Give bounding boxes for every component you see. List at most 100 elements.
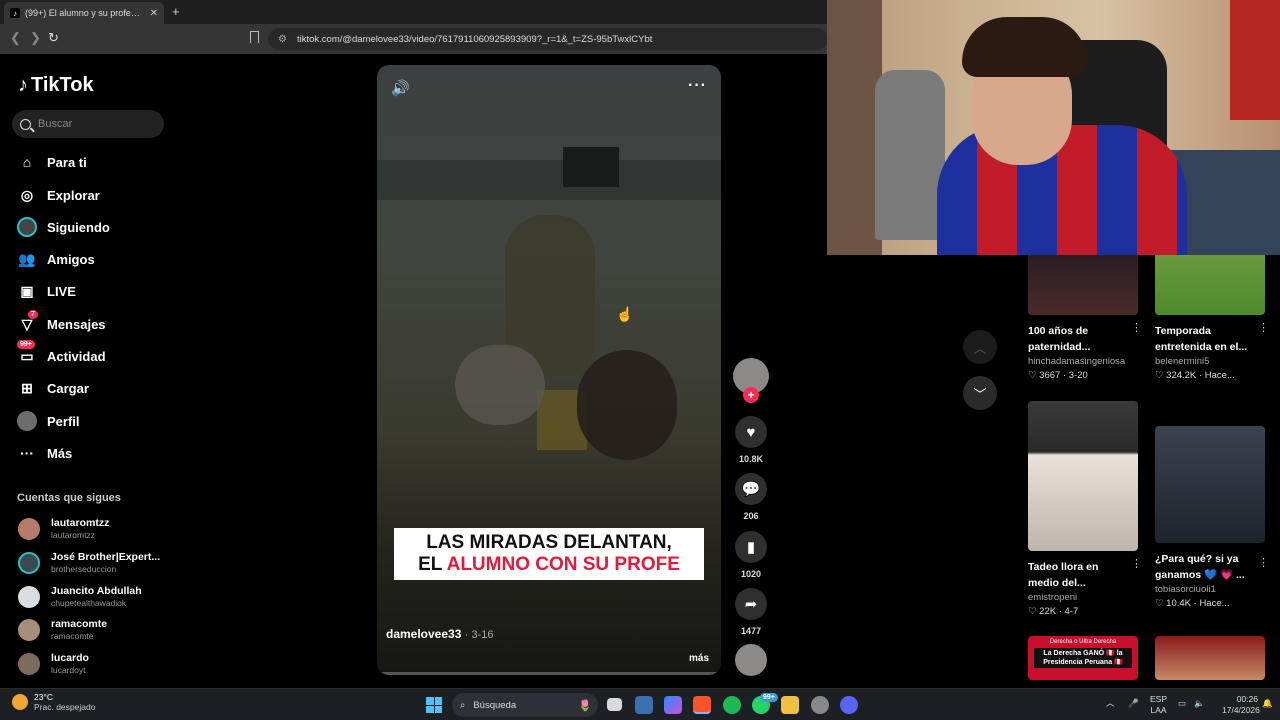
following-account[interactable]: Juancito Abdullah chupetealthawadiok [18, 585, 142, 608]
bookmark-icon[interactable] [250, 31, 259, 43]
account-handle: chupetealthawadiok [51, 598, 127, 608]
video-author[interactable]: damelovee33 [386, 627, 461, 641]
sound-disc-icon [735, 644, 767, 676]
obs-icon[interactable] [811, 696, 829, 714]
video-thumbnail [1155, 255, 1265, 315]
browser-tab[interactable]: ♪ (99+) El alumno y su profesor: y... ✕ [4, 2, 164, 24]
back-icon[interactable]: ❮ [10, 30, 21, 46]
logo-text: TikTok [31, 74, 94, 96]
following-account[interactable]: ramacomte ramacomte [18, 618, 107, 641]
video-scene-screen [563, 147, 619, 187]
recommended-video-card[interactable]: ¿Para qué? si ya ganamos 💙 💗 ... ⋮ tobias… [1155, 426, 1269, 609]
brave-browser-icon[interactable] [693, 696, 711, 714]
sidebar-item-label: Mensajes [47, 316, 106, 332]
recommended-video-card[interactable]: 100 años de paternidad... ⋮ hinchadamasin… [1028, 255, 1142, 381]
previous-video-button[interactable]: ︿ [963, 330, 997, 364]
recommended-video-card[interactable]: Tadeo llora en medio del... ⋮ emistropeni… [1028, 401, 1142, 617]
volume-tray-icon[interactable]: 🔈 [1194, 698, 1205, 709]
account-name: lautaromtzz [51, 517, 110, 529]
sidebar-item-label: Para ti [47, 154, 87, 170]
following-header: Cuentas que sigues [17, 492, 121, 504]
windows-start-icon[interactable] [426, 697, 442, 713]
save-button[interactable]: ▮ 1020 [732, 531, 770, 579]
search-input[interactable]: Buscar [12, 110, 164, 138]
video-options-icon[interactable]: ··· [688, 77, 707, 95]
sound-disc-button[interactable] [732, 644, 770, 676]
account-handle: ramacomte [51, 631, 94, 641]
discord-icon[interactable] [840, 696, 858, 714]
language-indicator[interactable]: ESP LAA [1150, 694, 1167, 716]
recommended-video-card[interactable]: Derecha o Ultra Derecha La Derecha GANÓ … [1028, 636, 1140, 680]
follow-plus-icon[interactable]: + [743, 387, 759, 403]
following-account[interactable]: lautaromtzz lautaromtzz [18, 517, 109, 540]
video-title: Temporada entretenida en el... [1155, 325, 1248, 353]
sidebar-item-live[interactable]: ▣ LIVE [17, 280, 76, 302]
like-button[interactable]: ♥ 10.8K [732, 416, 770, 464]
following-account[interactable]: José Brother|Expert... brotherseduccion [18, 551, 160, 574]
video-player[interactable]: 🔊 ··· LAS MIRADAS DELANTAN, EL ALUMNO CO… [377, 65, 721, 675]
avatar [18, 652, 40, 675]
weather-widget[interactable]: 23°C Prac. despejado [12, 692, 95, 712]
reload-icon[interactable]: ↻ [48, 30, 59, 46]
messages-badge: 7 [28, 310, 38, 319]
video-stats: ♡ 10.4K · Hace... [1155, 598, 1230, 609]
new-tab-button[interactable]: + [172, 4, 180, 19]
recommended-video-card[interactable]: Temporada entretenida en el... ⋮ belenerm… [1155, 255, 1269, 381]
volume-icon[interactable]: 🔊 [391, 79, 410, 97]
notification-icon[interactable]: 🔔 [1262, 698, 1273, 709]
file-explorer-icon[interactable] [781, 696, 799, 714]
webcam-scene-door [827, 0, 882, 255]
caption-line-1: LAS MIRADAS DELANTAN, [426, 532, 672, 553]
sidebar-item-cargar[interactable]: ⊞ Cargar [17, 377, 89, 399]
search-highlight-icon: 🌷 [578, 699, 592, 712]
sidebar-item-explorar[interactable]: ◎ Explorar [17, 184, 100, 206]
avatar [18, 551, 40, 574]
card-options-icon[interactable]: ⋮ [1131, 557, 1142, 570]
task-view-icon[interactable] [607, 698, 622, 711]
copilot-icon[interactable] [664, 696, 682, 714]
whatsapp-badge: 99+ [760, 693, 778, 702]
close-tab-icon[interactable]: ✕ [150, 8, 158, 19]
sidebar-item-para-ti[interactable]: ⌂ Para ti [17, 151, 87, 173]
more-description-button[interactable]: más [689, 653, 709, 664]
microphone-icon[interactable]: 🎤 [1128, 698, 1139, 709]
sidebar-item-siguiendo[interactable]: Siguiendo [17, 216, 110, 238]
mouse-cursor-icon: ☝ [616, 306, 634, 322]
heart-icon: ♥ [735, 416, 767, 448]
photos-app-icon[interactable] [635, 696, 653, 714]
sidebar-item-amigos[interactable]: 👥 Amigos [17, 248, 94, 270]
card-options-icon[interactable]: ⋮ [1131, 321, 1142, 334]
forward-icon[interactable]: ❯ [30, 30, 41, 46]
video-progress-bar[interactable] [377, 672, 721, 675]
card-options-icon[interactable]: ⋮ [1258, 556, 1269, 569]
site-info-icon[interactable]: ⚙ [278, 34, 287, 45]
tiktok-logo[interactable]: ♪ TikTok [18, 74, 94, 97]
sidebar-item-actividad[interactable]: ▭ 99+ Actividad [17, 340, 106, 367]
clock[interactable]: 00:26 17/4/2026 [1222, 694, 1260, 716]
creator-avatar-button[interactable]: + [732, 358, 770, 403]
spotify-icon[interactable] [723, 696, 741, 714]
share-button[interactable]: ➦ 1477 [732, 588, 770, 636]
clock-date: 17/4/2026 [1222, 705, 1260, 715]
video-scene-student [577, 350, 677, 460]
video-author-line: damelovee33 · 3-16 [386, 627, 494, 641]
recommended-video-card[interactable] [1155, 636, 1267, 680]
following-account[interactable]: lucardo lucardoyt [18, 652, 89, 675]
video-thumbnail: Derecha o Ultra Derecha La Derecha GANÓ … [1028, 636, 1138, 680]
keyboard-layout: LAA [1150, 705, 1167, 715]
sidebar-item-mas[interactable]: ··· Más [17, 442, 72, 464]
sidebar-item-label: Explorar [47, 187, 100, 203]
sidebar-item-mensajes[interactable]: ▽ 7 Mensajes [17, 310, 106, 335]
taskbar-search[interactable]: ⌕ Búsqueda 🌷 [452, 693, 598, 717]
url-field[interactable]: ⚙ tiktok.com/@damelovee33/video/76179110… [268, 28, 828, 50]
next-video-button[interactable]: ﹀ [963, 376, 997, 410]
search-placeholder: Buscar [38, 118, 73, 130]
tray-overflow-icon[interactable]: ︿ [1106, 698, 1115, 709]
avatar [18, 618, 40, 641]
comment-button[interactable]: 💬 206 [732, 473, 770, 521]
sidebar-item-perfil[interactable]: Perfil [17, 410, 80, 432]
card-options-icon[interactable]: ⋮ [1258, 321, 1269, 334]
network-icon[interactable]: ▭ [1178, 698, 1186, 709]
activity-icon: ▭ 99+ [17, 340, 37, 366]
search-icon [20, 118, 31, 130]
